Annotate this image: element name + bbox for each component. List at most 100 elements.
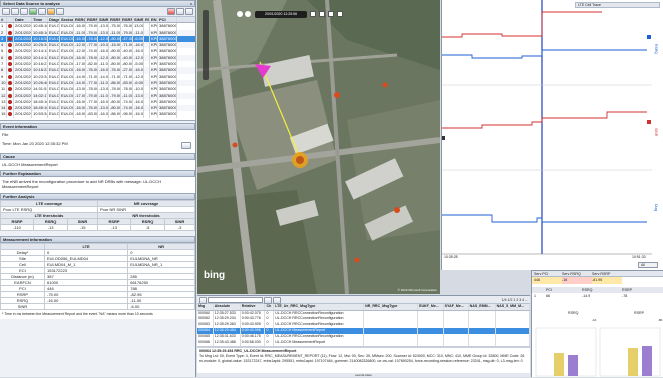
y-label-rsrq: RSRQ <box>654 44 658 55</box>
serv-rsrq-label: Serv RSRQ <box>562 272 581 276</box>
measurement-value <box>43 303 129 310</box>
event-dot-icon <box>8 87 12 92</box>
table-cell: -16.00 <box>134 111 144 118</box>
rsrq-bar-neighbor <box>568 355 578 376</box>
table-cell: 15 <box>1 111 7 118</box>
measurement-info-title: Measurement Information <box>0 236 195 243</box>
map-play-icon[interactable] <box>245 11 251 17</box>
diag-col-header[interactable]: SINR <box>98 17 109 23</box>
rsrq-chart-label: RSRQ <box>568 311 579 315</box>
table-cell: 2/01/2020 <box>15 111 32 118</box>
map-cell-icon[interactable] <box>319 11 325 17</box>
locate-button[interactable] <box>181 142 191 149</box>
events-search-icon[interactable] <box>264 297 272 304</box>
map-layer-icon[interactable] <box>310 11 316 17</box>
zoom-icon[interactable] <box>176 8 184 15</box>
play-icon[interactable] <box>29 8 37 15</box>
serv-rsrq-value: -16 <box>562 277 592 284</box>
diag-col-header[interactable]: RSRQ <box>74 17 86 23</box>
map-canvas[interactable] <box>197 0 440 294</box>
events-filter-icon[interactable] <box>199 297 207 304</box>
map-copyright: © 2020 Microsoft Corporation <box>397 288 437 292</box>
table-cell: -16.00 <box>99 111 109 118</box>
trace-line-4 <box>442 214 647 223</box>
event-dot-icon <box>8 106 12 111</box>
event-dot-icon <box>8 99 12 104</box>
map-time-box[interactable]: 20/01/2020 12:25:56 <box>255 11 307 18</box>
table-cell: -16.00 <box>75 111 86 118</box>
rsrp-bar-serving <box>628 348 638 376</box>
diag-col-header[interactable]: Sector <box>60 17 74 23</box>
diag-col-header[interactable]: Date <box>14 17 32 23</box>
events-export-icon[interactable] <box>273 297 281 304</box>
refresh-icon[interactable] <box>20 8 28 15</box>
cell-trace-chart-panel: LTE Cell Trace RSRQ SINR Diag 10:35:28 1… <box>441 0 663 270</box>
event-dot-icon <box>8 112 12 117</box>
diag-col-header[interactable] <box>7 17 14 23</box>
satellite-map[interactable]: 20/01/2020 12:25:56 bing © 2020 Microsof… <box>197 0 440 294</box>
diag-col-header[interactable]: RSRP-1 <box>109 17 121 23</box>
diag-col-header[interactable]: EN <box>150 17 158 23</box>
settings-icon[interactable] <box>56 8 64 15</box>
table-cell: 38876000 <box>159 111 177 118</box>
measurement-info-section: LTE NR Delay* 0 0 Site EULOD056_EULMD04 EULMDN… <box>0 243 195 319</box>
event-detail: 000064 12:35:29.454 RRC_UL-DCCH Measurem… <box>197 348 530 365</box>
table-cell: EULOC... <box>60 111 74 118</box>
map-fullscreen-icon[interactable] <box>337 11 343 17</box>
diag-col-header[interactable]: Time <box>32 17 48 23</box>
open-icon[interactable] <box>2 8 10 15</box>
diag-col-header[interactable]: RSRP <box>86 17 98 23</box>
grid-icon[interactable] <box>185 8 193 15</box>
further-explanation-title: Further Explanation <box>0 170 195 177</box>
trace-line-3 <box>442 111 647 129</box>
diag-col-header[interactable]: # <box>0 17 7 23</box>
diag-col-header[interactable]: SINR-1 <box>133 17 144 23</box>
cause-title: Cause <box>0 153 195 160</box>
file-label: File <box>2 132 9 137</box>
zoom-select[interactable]: All <box>638 262 658 268</box>
legend-marker-2 <box>647 120 651 124</box>
threshold-value: -5 <box>130 224 166 231</box>
close-icon[interactable]: x <box>190 1 192 6</box>
rsrq-bar-serving <box>554 353 564 376</box>
events-search-input[interactable] <box>208 297 263 303</box>
further-analysis-title: Further Analysis <box>0 193 195 200</box>
diag-col-header[interactable]: Diagno <box>48 17 60 23</box>
event-time: Time: Mon Jan 20 2020 12:35:32 PM <box>2 141 68 146</box>
map-prev-icon[interactable] <box>237 11 243 17</box>
kpi-bars <box>535 327 661 377</box>
event-dot-icon <box>8 36 12 41</box>
delete-icon[interactable] <box>167 8 175 15</box>
events-toolbar: 1/4 1/2 1 2 3 4 ... <box>197 296 530 304</box>
event-detail-text-2: rrc-module: 0, global-value: 153172247, … <box>199 359 523 363</box>
events-pager[interactable]: 1/4 1/2 1 2 3 4 ... <box>502 297 528 302</box>
trace-line-1 <box>442 11 602 38</box>
table-cell: -96.00 <box>122 111 133 118</box>
filter-icon[interactable] <box>38 8 46 15</box>
events-panel: 1/4 1/2 1 2 3 4 ... Msg Absolute Relative C… <box>197 295 531 377</box>
diag-col-header[interactable]: PCI <box>158 17 177 23</box>
event-dot-icon <box>8 74 12 79</box>
event-dot-icon <box>8 93 12 98</box>
map-ruler-icon[interactable] <box>328 11 334 17</box>
chart-svg[interactable] <box>442 0 663 270</box>
threshold-value: -13 <box>96 224 132 231</box>
export-icon[interactable] <box>47 8 55 15</box>
measurement-label: SINR <box>0 303 45 310</box>
event-info-title: Event Information <box>0 123 195 130</box>
threshold-value: -110 <box>0 224 35 231</box>
time-end: 10:51:33 <box>632 255 646 259</box>
table-cell: -83.00 <box>87 111 98 118</box>
data-source-panel: Select Data Source to analyse x # Date Tim… <box>0 0 196 377</box>
event-dot-icon <box>8 55 12 60</box>
rsrp-bar-neighbor <box>642 346 652 376</box>
serv-rsrp-label: Serv RSRP <box>592 272 611 276</box>
bing-logo: bing <box>204 270 226 281</box>
diag-col-header[interactable]: RSRP-2 <box>121 17 133 23</box>
event-dot-icon <box>8 80 12 85</box>
table-row[interactable]: 152/01/202010:53:34EULOCEULOC...-16.00-8… <box>0 111 195 118</box>
scroll-handle[interactable] <box>442 136 445 140</box>
threshold-value: -15 <box>67 224 98 231</box>
events-footer: events-trace <box>197 373 530 377</box>
save-icon[interactable] <box>11 8 19 15</box>
